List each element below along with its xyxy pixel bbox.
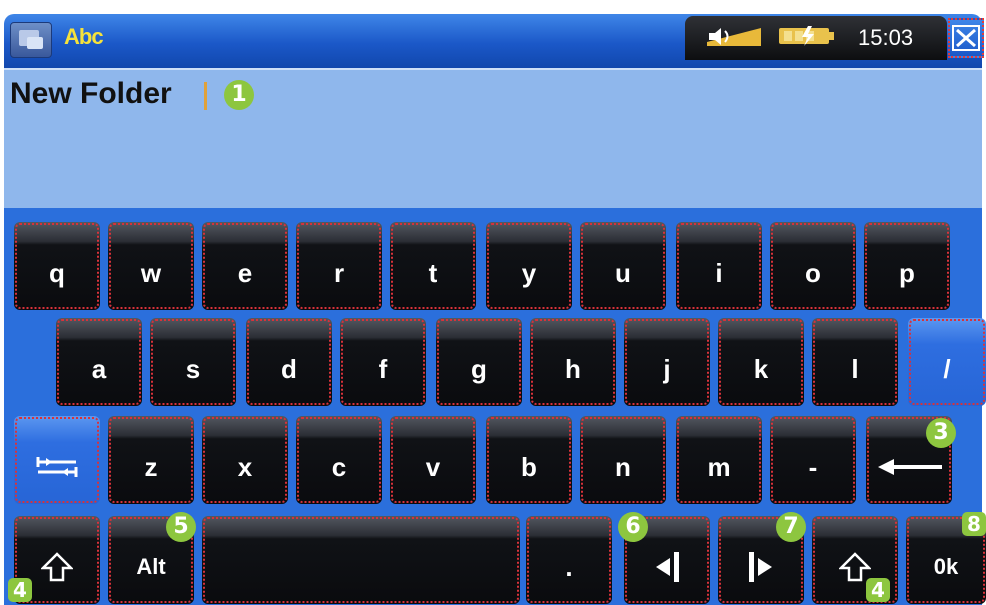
key-c[interactable]: c xyxy=(296,416,382,504)
text-input-value: New Folder xyxy=(10,77,172,110)
key-y[interactable]: y xyxy=(486,222,572,310)
shift-icon xyxy=(41,552,73,582)
key-e[interactable]: e xyxy=(202,222,288,310)
app-icon-window-front xyxy=(27,37,43,49)
virtual-keyboard-screen: Abc 15:03 2 New Folder 1 xyxy=(0,0,986,605)
key-dot[interactable]: . xyxy=(526,516,612,604)
callout-1: 1 xyxy=(224,80,254,110)
key-t[interactable]: t xyxy=(390,222,476,310)
input-mode-title: Abc xyxy=(64,24,104,49)
key-u[interactable]: u xyxy=(580,222,666,310)
keyboard-app-icon xyxy=(10,22,52,58)
key-z[interactable]: z xyxy=(108,416,194,504)
key-dash[interactable]: - xyxy=(770,416,856,504)
callout-6: 6 xyxy=(618,512,648,542)
clock: 15:03 xyxy=(858,25,914,50)
backspace-arrow-icon xyxy=(878,459,942,475)
key-l[interactable]: l xyxy=(812,318,898,406)
key-m[interactable]: m xyxy=(676,416,762,504)
switch-layout-icon xyxy=(36,457,78,477)
key-w[interactable]: w xyxy=(108,222,194,310)
key-slash[interactable]: / xyxy=(908,318,986,406)
key-a[interactable]: a xyxy=(56,318,142,406)
key-b[interactable]: b xyxy=(486,416,572,504)
key-x[interactable]: x xyxy=(202,416,288,504)
key-n[interactable]: n xyxy=(580,416,666,504)
callout-8: 8 xyxy=(962,512,986,536)
key-v[interactable]: v xyxy=(390,416,476,504)
space-key[interactable] xyxy=(202,516,520,604)
cursor-right-icon xyxy=(749,552,772,582)
text-cursor xyxy=(204,82,207,110)
key-r[interactable]: r xyxy=(296,222,382,310)
callout-4-left: 4 xyxy=(8,578,32,602)
callout-5: 5 xyxy=(166,512,196,542)
callout-3: 3 xyxy=(926,418,956,448)
key-h[interactable]: h xyxy=(530,318,616,406)
key-f[interactable]: f xyxy=(340,318,426,406)
key-p[interactable]: p xyxy=(864,222,950,310)
cursor-left-icon xyxy=(656,552,679,582)
key-i[interactable]: i xyxy=(676,222,762,310)
volume-icon xyxy=(705,24,765,48)
battery-icon xyxy=(778,26,836,46)
key-d[interactable]: d xyxy=(246,318,332,406)
close-button[interactable] xyxy=(948,18,984,58)
key-q[interactable]: q xyxy=(14,222,100,310)
shift-icon xyxy=(839,552,871,582)
key-g[interactable]: g xyxy=(436,318,522,406)
key-k[interactable]: k xyxy=(718,318,804,406)
callout-7: 7 xyxy=(776,512,806,542)
callout-4-right: 4 xyxy=(866,578,890,602)
key-j[interactable]: j xyxy=(624,318,710,406)
close-icon xyxy=(952,25,980,51)
key-s[interactable]: s xyxy=(150,318,236,406)
key-switch-layout[interactable] xyxy=(14,416,100,504)
key-o[interactable]: o xyxy=(770,222,856,310)
